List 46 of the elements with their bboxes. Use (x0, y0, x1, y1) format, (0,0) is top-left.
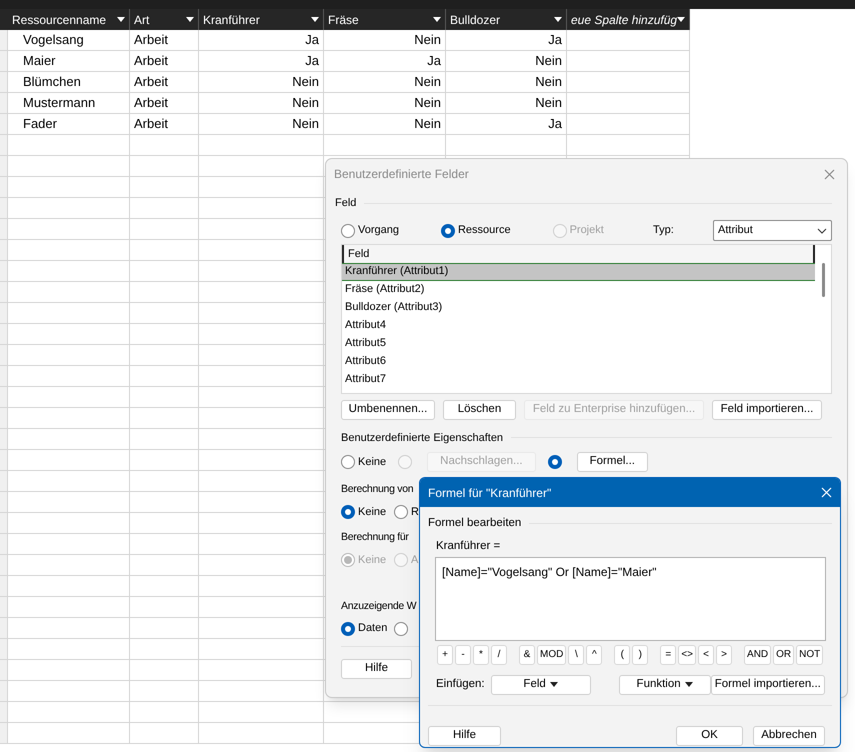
section-label: Formel bearbeiten (428, 516, 522, 531)
cell-text: Nein (535, 94, 562, 112)
radio-label: A (411, 553, 418, 568)
cell-text: Nein (292, 73, 319, 92)
cell-text: Blümchen (23, 73, 81, 92)
radio-label: Keine (358, 454, 386, 470)
dialog-title: Formel für "Kranführer" (428, 484, 552, 502)
section-label: Anzuzeigende W (341, 598, 416, 614)
section-label: Feld (335, 196, 356, 211)
field-label: Kranführer = (436, 539, 502, 554)
radio-label: Projekt (570, 223, 604, 238)
cell-text: Mustermann (23, 94, 96, 112)
section-label: Berechnung von (341, 482, 414, 497)
cell-text: Ja (305, 52, 319, 70)
cell-text: Ja (548, 115, 562, 134)
cell-text: Nein (414, 31, 441, 50)
cell-text: Vogelsang (23, 31, 84, 50)
type-label: Typ: (653, 223, 675, 238)
cell-text: Fader (23, 115, 57, 134)
cell-text: Ja (305, 31, 319, 50)
section-label: Benutzerdefinierte Eigenschaften (341, 430, 504, 446)
cell-text: Nein (535, 73, 562, 92)
cell-text: Ja (548, 31, 562, 50)
insert-label: Einfügen: (436, 676, 485, 692)
radio-label: R (411, 504, 419, 520)
radio-label: Keine (358, 504, 386, 520)
cell-text: Nein (414, 115, 441, 134)
radio-label: Vorgang (358, 223, 399, 238)
radio-label: Keine (358, 553, 386, 568)
cell-text: Maier (23, 52, 56, 70)
cell-text: Nein (414, 73, 441, 92)
radio-label: Daten (358, 621, 388, 636)
section-label: Berechnung für (341, 530, 409, 546)
cell-text: Arbeit (134, 52, 168, 70)
cell-text: Arbeit (134, 73, 168, 92)
cell-text: Nein (292, 94, 319, 112)
cell-text: Ja (427, 52, 441, 70)
list-header: Feld (342, 244, 815, 262)
cell-text: Arbeit (134, 31, 168, 50)
cell-text: Nein (414, 94, 441, 112)
cell-text: Nein (292, 115, 319, 134)
radio-label: Ressource (458, 223, 511, 238)
dialog-title: Benutzerdefinierte Felder (334, 166, 469, 183)
cell-text: Arbeit (134, 94, 168, 112)
cell-text: Arbeit (134, 115, 168, 134)
cell-text: Nein (535, 52, 562, 70)
